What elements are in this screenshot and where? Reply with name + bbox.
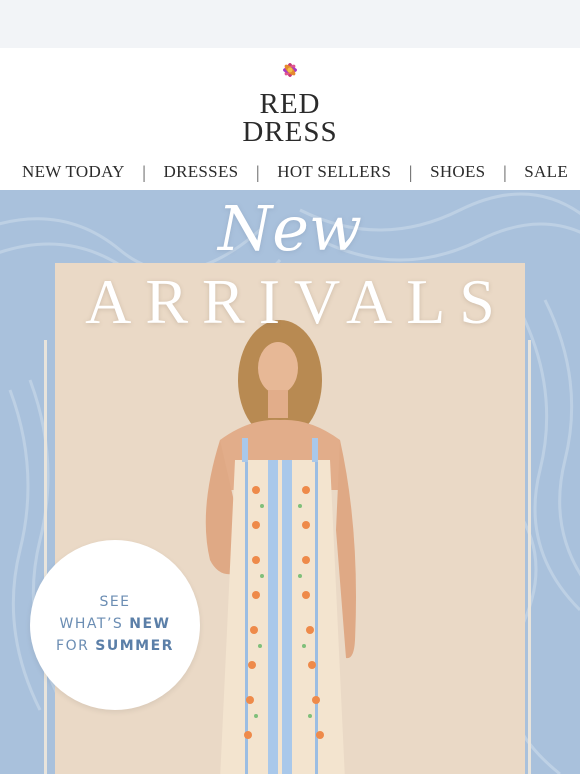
cta-line1: SEE <box>99 594 131 611</box>
main-nav: NEW TODAY | DRESSES | HOT SELLERS | SHOE… <box>0 158 580 186</box>
model-in-dress-image <box>205 320 356 774</box>
cta-line3: FOR SUMMER <box>56 637 174 654</box>
brand-name-line1: RED <box>259 88 321 120</box>
nav-item-shoes[interactable]: SHOES <box>430 162 485 182</box>
top-bar <box>0 0 580 48</box>
nav-separator: | <box>408 161 413 182</box>
nav-item-sale[interactable]: SALE <box>524 162 568 182</box>
frame-edge-left <box>44 340 47 774</box>
hero-banner[interactable]: New ARRIVALS SEE WHAT’S NEW FOR SUMMER <box>0 190 580 774</box>
flower-logo-icon <box>283 63 297 77</box>
see-whats-new-button[interactable]: SEE WHAT’S NEW FOR SUMMER <box>30 540 200 710</box>
nav-item-dresses[interactable]: DRESSES <box>164 162 239 182</box>
nav-separator: | <box>256 161 260 182</box>
hero-title-main: ARRIVALS <box>85 266 509 337</box>
nav-item-hot-sellers[interactable]: HOT SELLERS <box>277 162 391 182</box>
frame-edge-right <box>528 340 531 774</box>
nav-item-new-today[interactable]: NEW TODAY <box>22 162 125 182</box>
nav-separator: | <box>503 161 507 182</box>
nav-separator: | <box>142 161 146 182</box>
brand-name-line2: DRESS <box>242 116 338 148</box>
cta-line2: WHAT’S NEW <box>59 616 171 633</box>
hero-title-script: New <box>217 192 362 265</box>
